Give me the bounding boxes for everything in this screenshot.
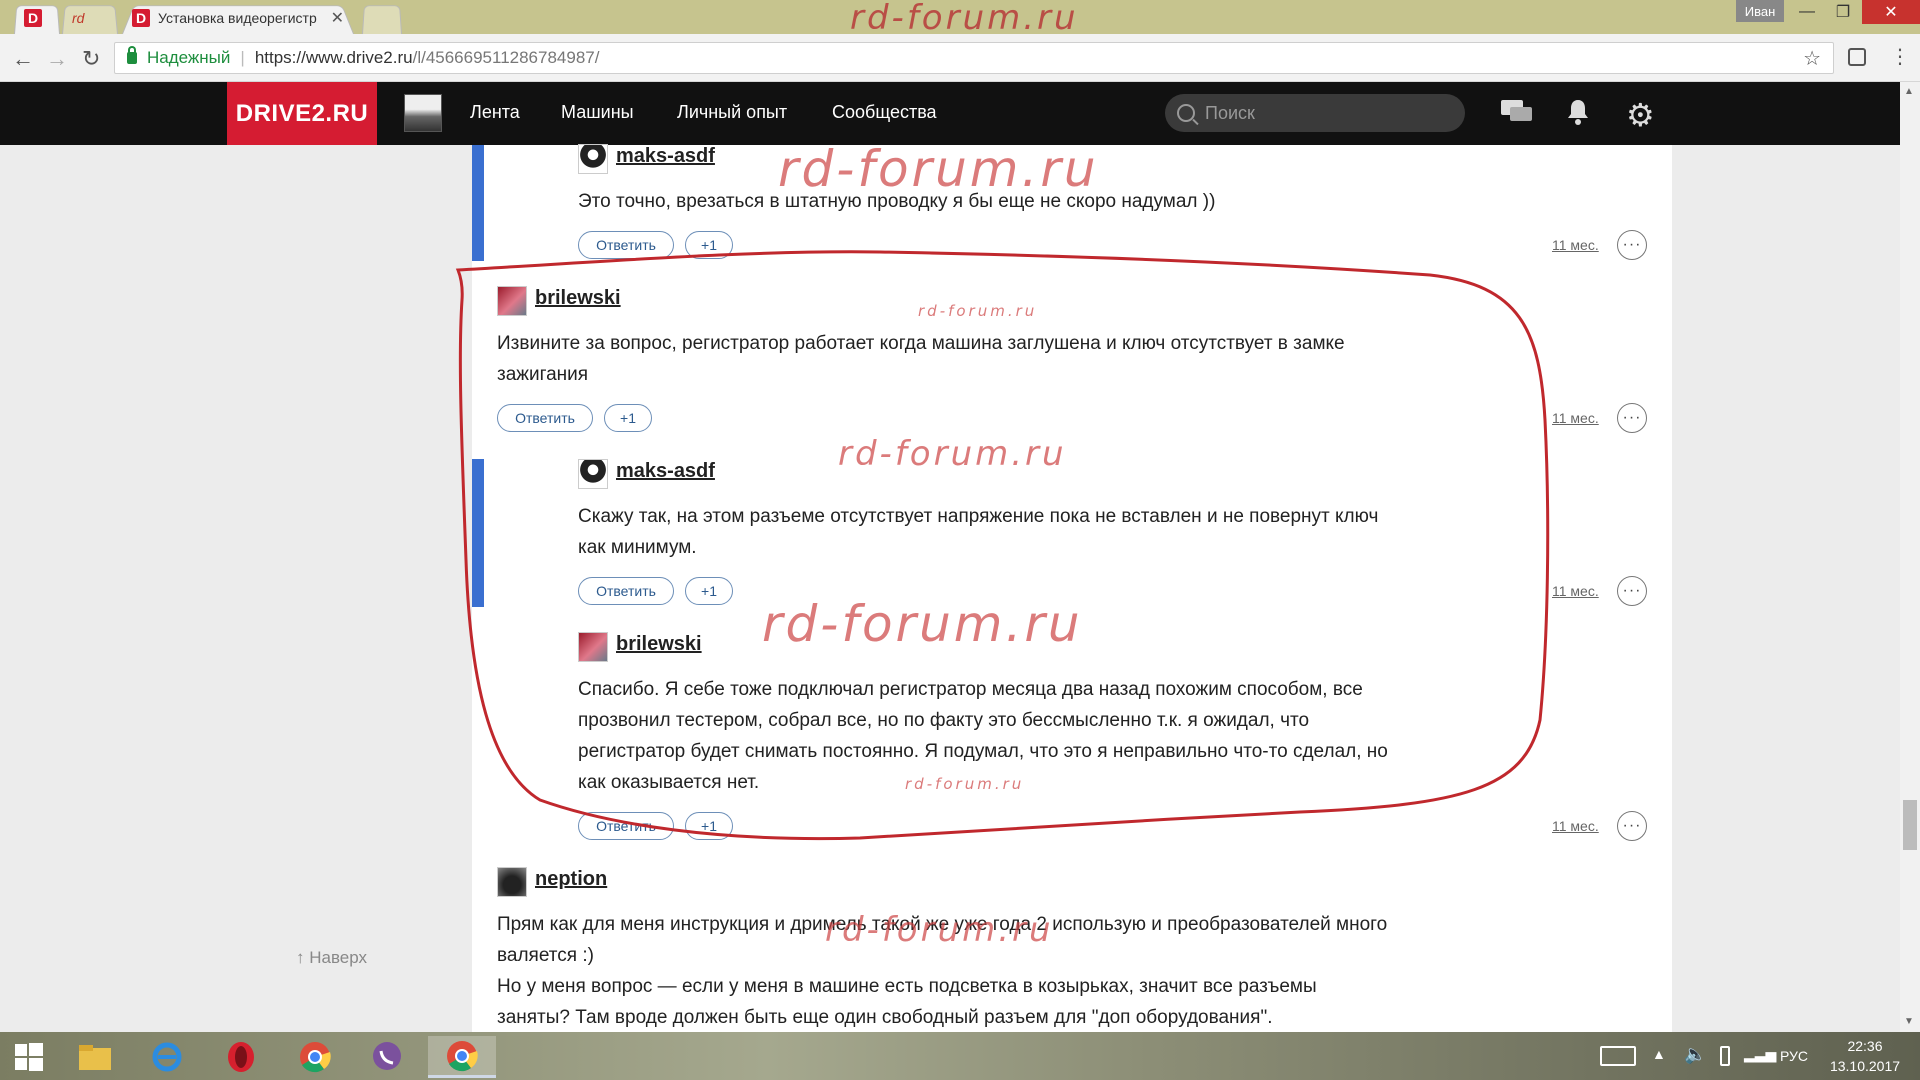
clock-date[interactable]: 13.10.2017 xyxy=(1826,1058,1904,1074)
file-explorer-icon[interactable] xyxy=(68,1036,122,1078)
language-indicator[interactable]: РУС xyxy=(1780,1048,1808,1064)
keyboard-icon[interactable] xyxy=(1600,1046,1636,1066)
opera-icon[interactable] xyxy=(214,1036,268,1078)
clock-time[interactable]: 22:36 xyxy=(1830,1038,1900,1054)
annotation-circle xyxy=(455,250,1550,841)
tray-expand-icon[interactable]: ▲ xyxy=(1652,1046,1666,1062)
battery-icon[interactable] xyxy=(1720,1046,1730,1066)
arrow-up-icon: ↑ xyxy=(296,948,310,967)
windows-start-icon[interactable] xyxy=(2,1036,56,1078)
back-to-top-button[interactable]: ↑ Наверх xyxy=(296,948,367,968)
chrome-active-icon[interactable] xyxy=(428,1036,496,1078)
viber-icon[interactable] xyxy=(360,1036,414,1078)
internet-explorer-icon[interactable] xyxy=(140,1036,194,1078)
volume-icon[interactable]: 🔈 xyxy=(1684,1044,1706,1065)
network-icon[interactable]: ▂▃▅ xyxy=(1744,1046,1776,1063)
chrome-icon[interactable] xyxy=(288,1036,342,1078)
